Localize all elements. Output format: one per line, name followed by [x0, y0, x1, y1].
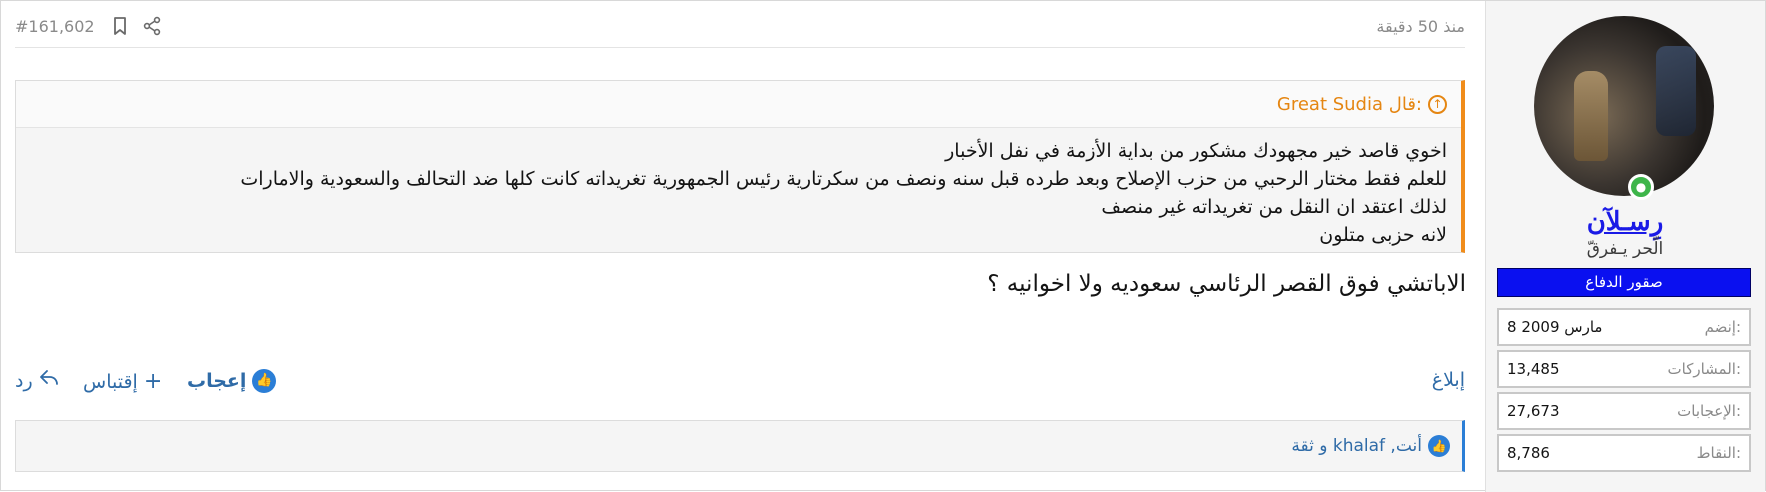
user-info-panel: ● رِسـلآن الّحر يـفرقّ صقور الدفاع 8 مار… — [1485, 1, 1765, 492]
likes-text: أنت, khalaf و ثقة — [1291, 436, 1422, 456]
thumbs-up-icon: 👍 — [252, 369, 277, 393]
bookmark-icon[interactable] — [110, 16, 132, 38]
post-message: الاباتشي فوق القصر الرئاسي سعوديه ولا اخ… — [987, 271, 1466, 297]
quote-body: اخوي قاصد خير مجهودك مشكور من بداية الأز… — [240, 137, 1447, 249]
quote-header: Great Sudia قال: ↑ — [16, 81, 1461, 128]
stat-posts: 13,485 المشاركات: — [1497, 350, 1751, 388]
quote-line: لانه حزبى متلون — [1319, 224, 1447, 246]
stat-value: 8,786 — [1507, 444, 1550, 462]
user-banner: صقور الدفاع — [1497, 268, 1751, 297]
quote-line: للعلم فقط مختار الرحبي من حزب الإصلاح وب… — [240, 168, 1447, 190]
quote-line: لذلك اعتقد ان النقل من تغريداته غير منصف — [1101, 196, 1447, 218]
like-label: إعجاب — [187, 370, 247, 392]
stat-value: 8 مارس 2009 — [1507, 318, 1603, 336]
stat-value: 27,673 — [1507, 402, 1560, 420]
likes-bar: 👍 أنت, khalaf و ثقة — [15, 420, 1465, 472]
avatar[interactable] — [1534, 16, 1714, 196]
online-status-icon: ● — [1628, 174, 1654, 200]
plus-icon: + — [143, 369, 163, 394]
post-actions: إبلاغ إعجاب 👍 إقتباس + رد — [15, 369, 1465, 401]
stat-label: إنضم: — [1704, 318, 1741, 336]
quote-label: إقتباس — [83, 370, 138, 393]
quote-button[interactable]: إقتباس + — [83, 369, 162, 394]
post-number[interactable]: #161,602 — [15, 17, 95, 36]
reply-label: رد — [15, 369, 33, 392]
report-link[interactable]: إبلاغ — [1432, 369, 1465, 391]
quote-line: اخوي قاصد خير مجهودك مشكور من بداية الأز… — [945, 140, 1447, 162]
quote-author-link[interactable]: Great Sudia قال: ↑ — [1277, 94, 1447, 115]
arrow-up-icon: ↑ — [1428, 95, 1447, 114]
stat-label: المشاركات: — [1667, 360, 1742, 378]
stat-value: 13,485 — [1507, 360, 1560, 378]
reply-arrow-icon — [39, 369, 59, 392]
user-title: الّحر يـفرقّ — [1586, 239, 1664, 259]
avatar-image-detail — [1656, 46, 1696, 136]
post-time[interactable]: منذ 50 دقيقة — [1376, 17, 1465, 36]
share-icon[interactable] — [142, 16, 164, 38]
reply-button[interactable]: رد — [15, 369, 59, 392]
thumbs-up-icon: 👍 — [1428, 435, 1450, 457]
stat-label: الإعجابات: — [1677, 402, 1741, 420]
quote-block: Great Sudia قال: ↑ اخوي قاصد خير مجهودك … — [15, 80, 1465, 253]
likes-summary[interactable]: 👍 أنت, khalaf و ثقة — [1291, 435, 1450, 457]
like-button[interactable]: إعجاب 👍 — [187, 369, 277, 393]
stat-points: 8,786 النقاط: — [1497, 434, 1751, 472]
stat-likes: 27,673 الإعجابات: — [1497, 392, 1751, 430]
post-main: منذ 50 دقيقة #161,602 Great Sudia قال: ↑… — [1, 1, 1487, 492]
post-container: ● رِسـلآن الّحر يـفرقّ صقور الدفاع 8 مار… — [0, 0, 1766, 492]
quote-author: Great Sudia قال: — [1276, 94, 1422, 115]
stat-label: النقاط: — [1696, 444, 1741, 462]
post-attribution: منذ 50 دقيقة #161,602 — [15, 1, 1465, 48]
stat-joined: 8 مارس 2009 إنضم: — [1497, 308, 1751, 346]
username-link[interactable]: رِسـلآن — [1485, 207, 1765, 237]
avatar-image-detail — [1574, 71, 1608, 161]
